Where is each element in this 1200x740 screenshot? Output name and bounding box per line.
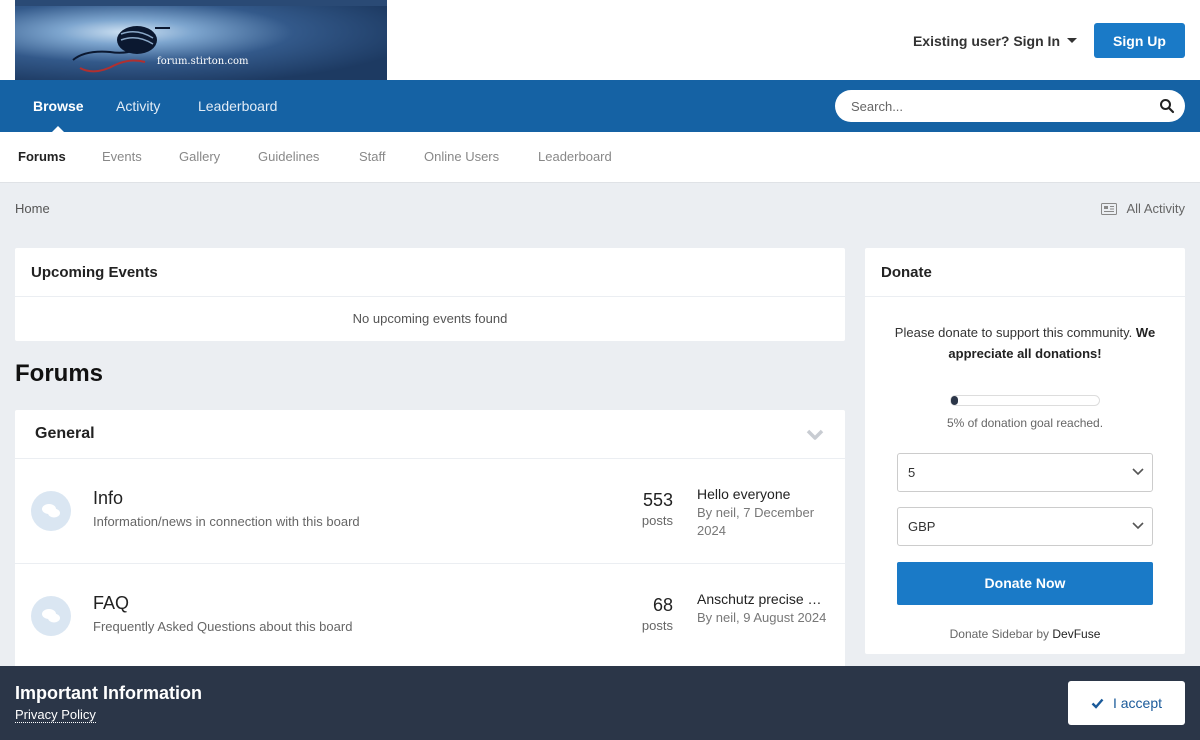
all-activity-label: All Activity: [1126, 201, 1185, 216]
donate-message-plain: Please donate to support this community.: [894, 325, 1133, 340]
chat-bubbles-icon: [42, 609, 60, 623]
cookie-notice-title: Important Information: [15, 683, 202, 703]
tab-label: Browse: [33, 98, 84, 114]
upcoming-events-title: Upcoming Events: [15, 248, 845, 297]
upcoming-events-empty: No upcoming events found: [352, 311, 508, 326]
subnav-forums[interactable]: Forums: [18, 132, 66, 182]
checkmark-icon: [1091, 698, 1104, 709]
devfuse-link[interactable]: DevFuse: [1052, 627, 1100, 641]
donate-title: Donate: [865, 248, 1185, 297]
accept-label: I accept: [1112, 695, 1163, 711]
forum-status-icon: [31, 596, 71, 636]
accept-button[interactable]: I accept: [1068, 681, 1185, 725]
forum-description: Frequently Asked Questions about this bo…: [93, 619, 353, 634]
site-logo[interactable]: forum.stirton.com: [15, 0, 387, 80]
forum-name-info[interactable]: Info: [93, 488, 123, 509]
forum-name-faq[interactable]: FAQ: [93, 593, 129, 614]
all-activity-link[interactable]: All Activity: [1101, 201, 1185, 216]
chat-bubbles-icon: [42, 504, 60, 518]
donate-credit: Donate Sidebar by DevFuse: [881, 627, 1169, 641]
chevron-down-icon: [1132, 522, 1144, 530]
upcoming-events-card: Upcoming Events No upcoming events found: [15, 248, 845, 341]
donation-progress-fill: [951, 396, 959, 405]
last-post-title[interactable]: Hello everyone: [697, 486, 832, 502]
forum-post-count-label: posts: [641, 513, 673, 528]
search-box: [835, 90, 1185, 122]
subnav-guidelines[interactable]: Guidelines: [258, 132, 319, 182]
donate-now-button[interactable]: Donate Now: [897, 562, 1153, 605]
secondary-nav: Forums Events Gallery Guidelines Staff O…: [0, 132, 1200, 183]
donation-amount-value: 5: [908, 465, 916, 480]
privacy-policy-link[interactable]: Privacy Policy: [15, 707, 96, 723]
donate-card: Donate Please donate to support this com…: [865, 248, 1185, 654]
breadcrumb-home[interactable]: Home: [15, 201, 50, 216]
logo-top-band: [15, 0, 387, 6]
activity-feed-icon: [1101, 202, 1118, 215]
tab-leaderboard[interactable]: Leaderboard: [198, 80, 277, 132]
forum-row: FAQ Frequently Asked Questions about thi…: [15, 564, 845, 669]
donation-currency-value: GBP: [908, 519, 936, 534]
last-post-title[interactable]: Anschutz precise …: [697, 591, 832, 607]
forum-row: Info Information/news in connection with…: [15, 459, 845, 564]
subnav-leaderboard[interactable]: Leaderboard: [538, 132, 612, 182]
collapse-chevron-icon[interactable]: [806, 429, 824, 441]
forum-post-count: 553: [642, 490, 673, 510]
subnav-online-users[interactable]: Online Users: [424, 132, 499, 182]
user-links: Existing user? Sign In Sign Up: [913, 23, 1200, 58]
donation-progress-label: 5% of donation goal reached.: [946, 416, 1104, 430]
forum-post-count-label: posts: [641, 618, 673, 633]
logo-emblem-icon: [72, 26, 170, 73]
category-title[interactable]: General: [35, 425, 95, 443]
donation-amount-select[interactable]: 5: [897, 453, 1153, 492]
tab-browse[interactable]: Browse: [33, 80, 84, 132]
search-input[interactable]: [835, 90, 1145, 122]
caret-down-icon: [1067, 38, 1077, 43]
forums-heading: Forums: [15, 360, 104, 387]
donate-message: Please donate to support this community.…: [881, 322, 1169, 364]
search-icon[interactable]: [1159, 98, 1175, 114]
donation-currency-select[interactable]: GBP: [897, 507, 1153, 546]
forum-status-icon: [31, 491, 71, 531]
category-header: General: [15, 410, 845, 459]
sign-in-link[interactable]: Existing user? Sign In: [913, 33, 1077, 49]
cookie-notice-bar: Important Information Privacy Policy I a…: [0, 666, 1200, 740]
sign-up-button[interactable]: Sign Up: [1094, 23, 1185, 58]
last-post-meta: By neil, 7 December 2024: [697, 505, 815, 538]
site-header: forum.stirton.com Existing user? Sign In…: [0, 0, 1200, 80]
sign-in-label: Existing user? Sign In: [912, 32, 1060, 49]
last-post-meta: By neil, 9 August 2024: [697, 610, 827, 625]
subnav-gallery[interactable]: Gallery: [179, 132, 220, 182]
subnav-staff[interactable]: Staff: [359, 132, 386, 182]
logo-text: forum.stirton.com: [157, 56, 249, 67]
forum-description: Information/news in connection with this…: [93, 514, 360, 529]
donation-progress-bar: [950, 395, 1100, 406]
donate-credit-prefix: Donate Sidebar by: [949, 627, 1050, 641]
subnav-events[interactable]: Events: [102, 132, 142, 182]
chevron-down-icon: [1132, 468, 1144, 476]
forum-post-count: 68: [652, 595, 673, 615]
tab-activity[interactable]: Activity: [116, 80, 160, 132]
forum-category-general: General Info Information/news in connect…: [15, 410, 845, 710]
